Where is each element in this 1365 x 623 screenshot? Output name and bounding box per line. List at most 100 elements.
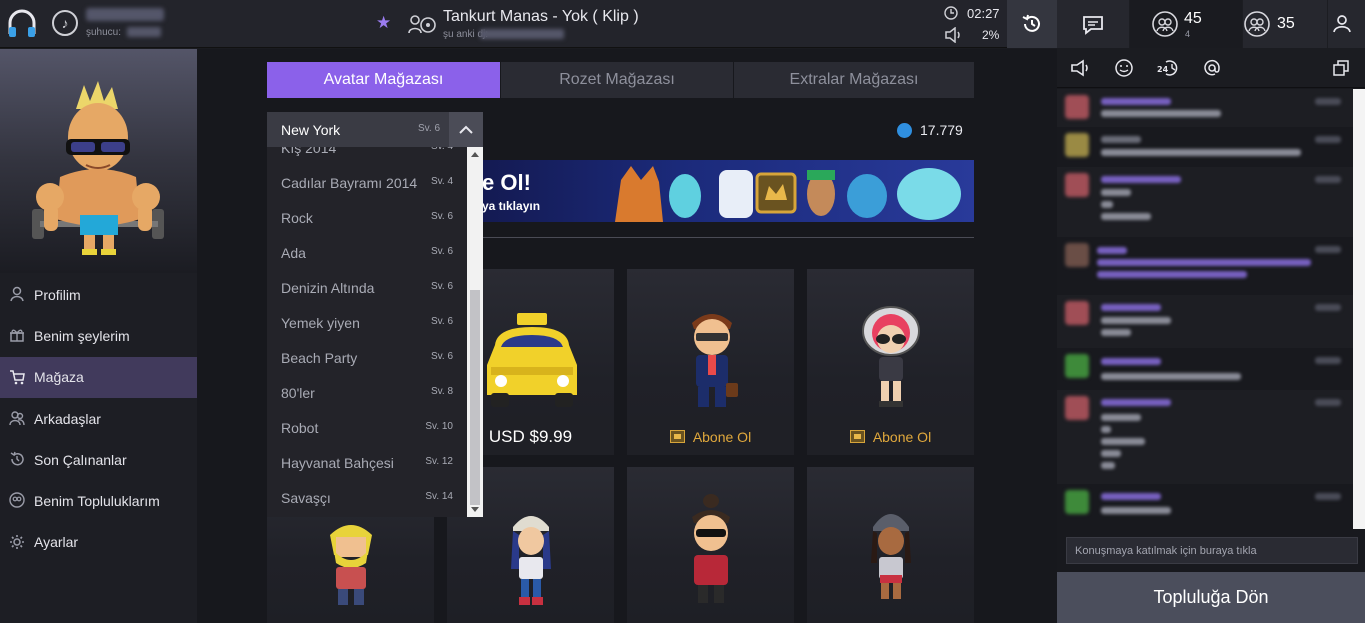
dropdown-scrollbar[interactable] <box>467 147 483 517</box>
blurred-text <box>1097 247 1127 254</box>
tab-avatar-store[interactable]: Avatar Mağazası <box>267 62 500 98</box>
sidebar-item-cart[interactable]: Mağaza <box>0 356 197 398</box>
dropdown-option[interactable]: Yemek yiyen Sv. 6 <box>267 306 467 341</box>
blurred-text <box>1097 271 1247 278</box>
store-item-card-grey-beanie[interactable] <box>807 467 974 623</box>
blurred-timestamp <box>1315 304 1341 311</box>
sidebar-item-friends[interactable]: Arkadaşlar <box>0 398 197 439</box>
chat-message-blurred <box>1057 89 1353 127</box>
blurred-text <box>1101 98 1171 105</box>
listeners-icon <box>1244 11 1270 37</box>
group-count: 45 <box>1184 10 1202 27</box>
favorite-star-icon[interactable]: ★ <box>376 13 391 33</box>
chat-avatar-blurred <box>1065 243 1089 267</box>
dropdown-option[interactable]: Kış 2014 Sv. 4 <box>267 147 467 166</box>
clock-icon <box>944 6 958 20</box>
dropdown-option[interactable]: Cadılar Bayramı 2014 Sv. 4 <box>267 166 467 201</box>
tab-badge-store[interactable]: Rozet Mağazası <box>501 62 733 98</box>
option-level: Sv. 4 <box>430 176 453 187</box>
businessman-avatar-image <box>692 314 738 407</box>
dropdown-option[interactable]: Robot Sv. 10 <box>267 411 467 446</box>
dropdown-toggle[interactable] <box>449 112 483 147</box>
blurred-text <box>1101 149 1301 156</box>
scroll-up-arrow-icon <box>471 152 479 157</box>
chat-message-blurred <box>1057 167 1353 237</box>
back-to-community-button[interactable]: Topluluğa Dön <box>1057 572 1365 623</box>
option-level: Sv. 6 <box>430 316 453 327</box>
blurred-text <box>1101 462 1115 469</box>
dropdown-option[interactable]: Denizin Altında Sv. 6 <box>267 271 467 306</box>
blurred-timestamp <box>1315 136 1341 143</box>
subscribe-footer[interactable]: Abone Ol <box>627 418 794 455</box>
group-sub-count: 4 <box>1185 29 1191 39</box>
chat-input[interactable]: Konuşmaya katılmak için buraya tıkla <box>1066 537 1358 564</box>
blurred-text <box>1101 189 1131 196</box>
blurred-text <box>1101 358 1161 365</box>
history-icon <box>1022 14 1040 32</box>
store-item-card-pink-hair[interactable]: Abone Ol <box>807 269 974 455</box>
popout-icon[interactable] <box>1333 60 1349 76</box>
store-item-card-businessman[interactable]: Abone Ol <box>627 269 794 455</box>
headphones-logo-icon[interactable] <box>6 8 38 40</box>
tab-profile[interactable] <box>1328 0 1365 48</box>
group-icon <box>1152 11 1178 37</box>
user-avatar[interactable] <box>0 49 197 273</box>
tab-extras-store[interactable]: Extralar Mağazası <box>734 62 974 98</box>
sidebar-item-history[interactable]: Son Çalınanlar <box>0 439 197 480</box>
banner-subtitle: ya tıklayın <box>482 199 541 213</box>
emoji-icon[interactable] <box>1115 59 1133 77</box>
option-name: Denizin Altında <box>281 280 375 296</box>
volume-icon[interactable] <box>944 27 962 43</box>
announce-icon[interactable] <box>1070 59 1090 77</box>
history-button[interactable] <box>1007 0 1057 48</box>
coin-balance: 17.779 <box>920 122 963 138</box>
dropdown-option[interactable]: Savaşçı Sv. 14 <box>267 481 467 516</box>
host-name-blurred <box>86 8 164 21</box>
chat-avatar-blurred <box>1065 95 1089 119</box>
dropdown-scroll-thumb[interactable] <box>470 290 480 505</box>
dropdown-option[interactable]: Rock Sv. 6 <box>267 201 467 236</box>
banner-characters-image <box>615 166 961 222</box>
muscle-avatar-image <box>32 81 164 255</box>
selected-background-level: Sv. 6 <box>418 123 441 134</box>
dropdown-option[interactable]: Beach Party Sv. 6 <box>267 341 467 376</box>
store-item-card-suit-man[interactable] <box>627 467 794 623</box>
subscribe-footer[interactable]: Abone Ol <box>807 418 974 455</box>
top-bar: ♪ şuhucu: ★ Tankurt Manas - Yok ( Klip )… <box>0 0 1057 48</box>
tab-chat[interactable] <box>1057 0 1129 48</box>
24h-history-icon[interactable]: 24 <box>1156 58 1180 78</box>
dropdown-option[interactable]: Ada Sv. 6 <box>267 236 467 271</box>
user-icon <box>1333 15 1351 33</box>
blurred-timestamp <box>1315 399 1341 406</box>
chat-avatar-blurred <box>1065 490 1089 514</box>
dropdown-option[interactable]: Hayvanat Bahçesi Sv. 12 <box>267 446 467 481</box>
mention-icon[interactable] <box>1203 59 1221 77</box>
suit-man-avatar-image <box>692 494 730 603</box>
dropdown-selected[interactable]: New York Sv. 6 <box>267 112 483 147</box>
grey-beanie-avatar-image <box>871 514 911 599</box>
sidebar-item-gift[interactable]: Benim şeylerim <box>0 315 197 356</box>
pink-hair-avatar-image <box>862 306 920 407</box>
sidebar-item-label: Son Çalınanlar <box>34 451 127 468</box>
tab-group-members[interactable]: 45 4 <box>1130 0 1242 48</box>
option-level: Sv. 10 <box>425 421 453 432</box>
chat-scrollbar[interactable] <box>1353 89 1365 529</box>
host-value-blurred <box>127 27 161 37</box>
option-level: Sv. 6 <box>430 211 453 222</box>
sidebar-item-community[interactable]: Benim Topluluklarım <box>0 480 197 521</box>
sidebar-item-user[interactable]: Profilim <box>0 274 197 315</box>
option-name: Robot <box>281 420 319 436</box>
tab-listeners[interactable]: 35 <box>1243 0 1327 48</box>
option-level: Sv. 6 <box>430 246 453 257</box>
chat-input-placeholder: Konuşmaya katılmak için buraya tıkla <box>1075 545 1257 557</box>
sidebar-item-gear[interactable]: Ayarlar <box>0 522 197 563</box>
blurred-text <box>1101 450 1121 457</box>
blurred-text <box>1101 136 1141 143</box>
blurred-timestamp <box>1315 246 1341 253</box>
background-dropdown[interactable]: Kış 2014 Sv. 4 Cadılar Bayramı 2014 Sv. 4 Ro… <box>267 112 483 517</box>
option-level: Sv. 14 <box>425 491 453 502</box>
subscribe-banner[interactable]: e Ol! ya tıklayın <box>482 160 974 222</box>
chat-avatar-blurred <box>1065 133 1089 157</box>
dropdown-option[interactable]: 80'ler Sv. 8 <box>267 376 467 411</box>
chat-bubble-icon <box>1083 16 1103 35</box>
